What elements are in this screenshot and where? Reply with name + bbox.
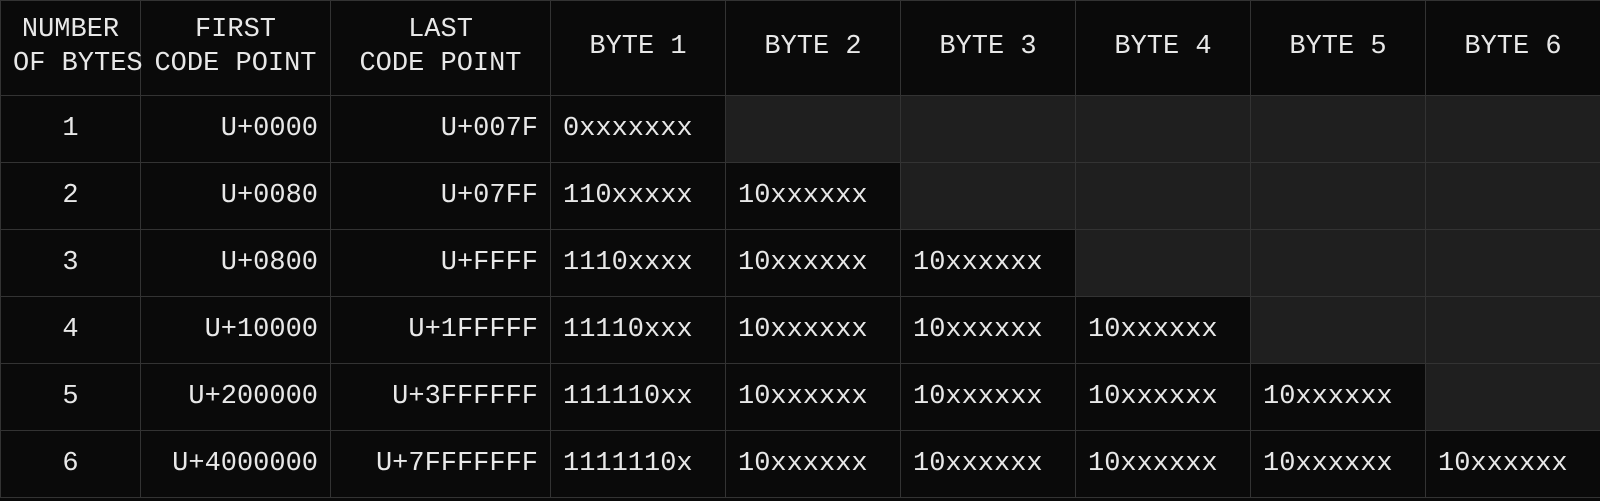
cell-byte-4: 10xxxxxx — [1076, 431, 1251, 498]
cell-byte-3: 10xxxxxx — [901, 364, 1076, 431]
header-first-code-point: FIRSTCODE POINT — [141, 1, 331, 96]
cell-last-code-point: U+FFFF — [331, 230, 551, 297]
utf8-encoding-table: NUMBEROF BYTES FIRSTCODE POINT LASTCODE … — [0, 0, 1600, 498]
cell-num-bytes: 3 — [1, 230, 141, 297]
header-byte-1: BYTE 1 — [551, 1, 726, 96]
cell-byte-6 — [1426, 297, 1600, 364]
cell-first-code-point: U+0000 — [141, 96, 331, 163]
cell-byte-1: 110xxxxx — [551, 163, 726, 230]
cell-byte-6 — [1426, 364, 1600, 431]
header-byte-4: BYTE 4 — [1076, 1, 1251, 96]
header-byte-2: BYTE 2 — [726, 1, 901, 96]
cell-byte-5 — [1251, 230, 1426, 297]
cell-last-code-point: U+007F — [331, 96, 551, 163]
cell-byte-1: 1111110x — [551, 431, 726, 498]
cell-num-bytes: 5 — [1, 364, 141, 431]
cell-byte-5 — [1251, 163, 1426, 230]
table-row: 2U+0080U+07FF110xxxxx10xxxxxx — [1, 163, 1600, 230]
cell-first-code-point: U+4000000 — [141, 431, 331, 498]
table-body: 1U+0000U+007F0xxxxxxx2U+0080U+07FF110xxx… — [1, 96, 1600, 498]
cell-byte-5: 10xxxxxx — [1251, 431, 1426, 498]
cell-byte-2: 10xxxxxx — [726, 297, 901, 364]
cell-byte-3: 10xxxxxx — [901, 431, 1076, 498]
cell-byte-1: 111110xx — [551, 364, 726, 431]
cell-last-code-point: U+7FFFFFFF — [331, 431, 551, 498]
header-byte-6: BYTE 6 — [1426, 1, 1600, 96]
cell-last-code-point: U+3FFFFFF — [331, 364, 551, 431]
cell-byte-4: 10xxxxxx — [1076, 364, 1251, 431]
cell-first-code-point: U+0800 — [141, 230, 331, 297]
cell-num-bytes: 2 — [1, 163, 141, 230]
cell-num-bytes: 6 — [1, 431, 141, 498]
cell-byte-5: 10xxxxxx — [1251, 364, 1426, 431]
cell-byte-1: 1110xxxx — [551, 230, 726, 297]
header-num-bytes: NUMBEROF BYTES — [1, 1, 141, 96]
header-last-code-point: LASTCODE POINT — [331, 1, 551, 96]
table-row: 1U+0000U+007F0xxxxxxx — [1, 96, 1600, 163]
table-row: 5U+200000U+3FFFFFF111110xx10xxxxxx10xxxx… — [1, 364, 1600, 431]
cell-byte-3: 10xxxxxx — [901, 230, 1076, 297]
cell-byte-1: 11110xxx — [551, 297, 726, 364]
cell-byte-4 — [1076, 96, 1251, 163]
cell-first-code-point: U+200000 — [141, 364, 331, 431]
table-row: 6U+4000000U+7FFFFFFF1111110x10xxxxxx10xx… — [1, 431, 1600, 498]
cell-first-code-point: U+10000 — [141, 297, 331, 364]
cell-last-code-point: U+1FFFFF — [331, 297, 551, 364]
cell-num-bytes: 4 — [1, 297, 141, 364]
cell-byte-4 — [1076, 163, 1251, 230]
cell-last-code-point: U+07FF — [331, 163, 551, 230]
cell-byte-4: 10xxxxxx — [1076, 297, 1251, 364]
cell-byte-1: 0xxxxxxx — [551, 96, 726, 163]
cell-byte-6 — [1426, 230, 1600, 297]
cell-first-code-point: U+0080 — [141, 163, 331, 230]
header-byte-5: BYTE 5 — [1251, 1, 1426, 96]
cell-byte-3 — [901, 163, 1076, 230]
table-row: 3U+0800U+FFFF1110xxxx10xxxxxx10xxxxxx — [1, 230, 1600, 297]
cell-num-bytes: 1 — [1, 96, 141, 163]
cell-byte-6 — [1426, 163, 1600, 230]
cell-byte-4 — [1076, 230, 1251, 297]
cell-byte-3 — [901, 96, 1076, 163]
cell-byte-6: 10xxxxxx — [1426, 431, 1600, 498]
header-byte-3: BYTE 3 — [901, 1, 1076, 96]
table-row: 4U+10000U+1FFFFF11110xxx10xxxxxx10xxxxxx… — [1, 297, 1600, 364]
cell-byte-2 — [726, 96, 901, 163]
cell-byte-2: 10xxxxxx — [726, 230, 901, 297]
cell-byte-3: 10xxxxxx — [901, 297, 1076, 364]
cell-byte-2: 10xxxxxx — [726, 364, 901, 431]
cell-byte-2: 10xxxxxx — [726, 163, 901, 230]
cell-byte-2: 10xxxxxx — [726, 431, 901, 498]
cell-byte-5 — [1251, 297, 1426, 364]
cell-byte-5 — [1251, 96, 1426, 163]
cell-byte-6 — [1426, 96, 1600, 163]
table-header-row: NUMBEROF BYTES FIRSTCODE POINT LASTCODE … — [1, 1, 1600, 96]
